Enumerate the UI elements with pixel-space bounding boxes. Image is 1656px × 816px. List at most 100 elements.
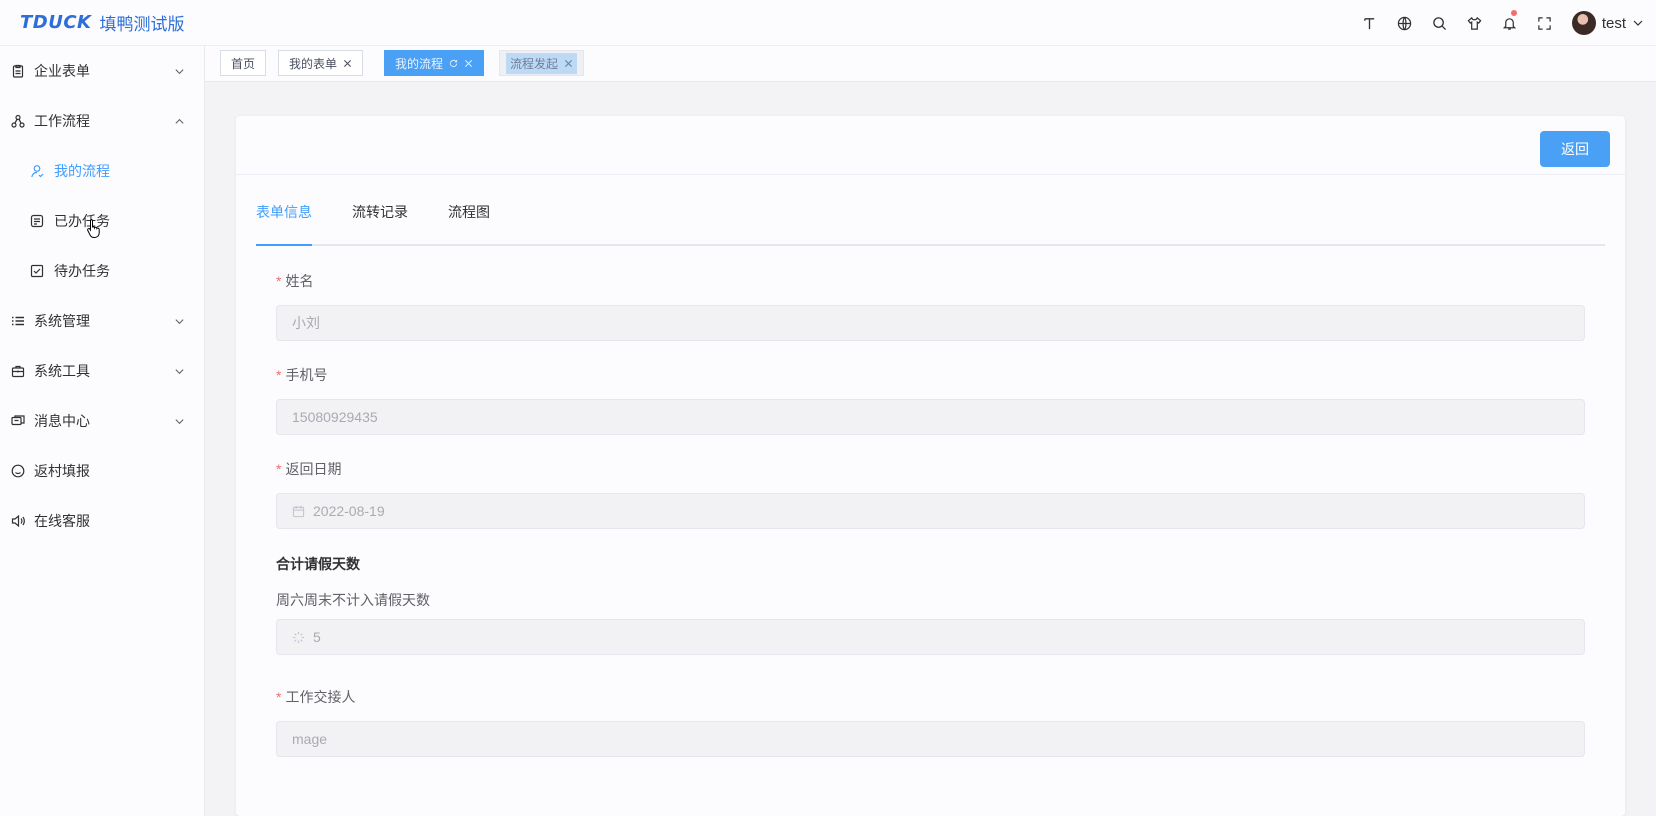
tab-form-info[interactable]: 表单信息 xyxy=(256,198,312,246)
field-phone: * 手机号 15080929435 xyxy=(276,365,1586,435)
required-mark: * xyxy=(276,461,282,477)
sidebar: 企业表单 工作流程 我的流程 已办任务 待办任务 系统管理 系统工具 消息中心 … xyxy=(0,46,205,816)
globe-icon[interactable] xyxy=(1387,0,1422,46)
field-label-text: 工作交接人 xyxy=(285,689,356,705)
field-name: * 姓名 小刘 xyxy=(276,271,1586,341)
tag-label: 我的表单 xyxy=(289,56,338,71)
tag-my-workflow[interactable]: 我的流程 xyxy=(384,50,485,76)
theme-shirt-icon[interactable] xyxy=(1457,0,1492,46)
clipboard-icon xyxy=(11,64,25,78)
chevron-down-icon xyxy=(175,68,184,74)
close-icon[interactable] xyxy=(464,59,473,68)
search-icon[interactable] xyxy=(1422,0,1457,46)
chevron-up-icon xyxy=(175,118,184,124)
sidebar-item-label: 在线客服 xyxy=(34,513,90,529)
chevron-down-icon xyxy=(175,418,184,424)
tag-label: 流程发起 xyxy=(510,56,559,71)
close-icon[interactable] xyxy=(343,59,352,68)
flow-icon xyxy=(11,114,25,128)
tag-label: 我的流程 xyxy=(395,56,444,71)
return-date-value: 2022-08-19 xyxy=(313,503,385,519)
tag-inner: 流程发起 xyxy=(506,52,578,74)
header-tools: test xyxy=(1352,0,1644,46)
tag-my-forms[interactable]: 我的表单 xyxy=(278,50,364,76)
field-label: * 工作交接人 xyxy=(276,687,1586,707)
sidebar-item-label: 系统管理 xyxy=(34,313,90,329)
loading-icon xyxy=(292,631,305,643)
chevron-down-icon xyxy=(1633,20,1643,26)
required-mark: * xyxy=(276,367,282,383)
sidebar-item-system-tools[interactable]: 系统工具 xyxy=(0,346,205,396)
field-leave-days: 合计请假天数 周六周末不计入请假天数 5 xyxy=(276,554,1586,655)
detail-tabs: 表单信息 流转记录 流程图 xyxy=(256,198,1605,246)
logo[interactable]: TDUCK 填鸭测试版 xyxy=(20,10,185,35)
tab-flow-chart[interactable]: 流程图 xyxy=(448,198,490,246)
field-label-text: 手机号 xyxy=(285,367,328,383)
logo-title: 填鸭测试版 xyxy=(99,15,185,35)
leave-days-input[interactable]: 5 xyxy=(276,619,1585,655)
speaker-icon xyxy=(11,514,25,528)
required-mark: * xyxy=(276,689,282,705)
back-button[interactable]: 返回 xyxy=(1540,131,1610,167)
handover-input[interactable]: mage xyxy=(276,721,1585,757)
return-date-picker[interactable]: 2022-08-19 xyxy=(276,493,1585,529)
name-input[interactable]: 小刘 xyxy=(276,305,1585,341)
refresh-icon[interactable] xyxy=(449,59,458,68)
logo-mark: TDUCK xyxy=(20,12,92,33)
todo-check-icon xyxy=(30,264,44,278)
leave-days-heading: 合计请假天数 xyxy=(276,556,360,572)
sidebar-item-label: 企业表单 xyxy=(34,63,90,79)
field-handover: * 工作交接人 mage xyxy=(276,687,1586,757)
hand-cursor-icon xyxy=(87,219,100,238)
notification-dot xyxy=(1510,10,1517,16)
leave-days-description: 周六周末不计入请假天数 xyxy=(276,592,430,608)
tags-view-bar: 首页 我的表单 我的流程 流程发起 xyxy=(205,46,1656,82)
leave-days-value: 5 xyxy=(313,629,321,645)
sidebar-item-my-workflow[interactable]: 我的流程 xyxy=(0,146,205,196)
chevron-down-icon xyxy=(175,318,184,324)
avatar[interactable] xyxy=(1571,11,1596,35)
font-size-icon[interactable] xyxy=(1352,0,1387,46)
sidebar-item-label: 返村填报 xyxy=(34,463,90,479)
message-icon xyxy=(11,414,25,428)
tag-home[interactable]: 首页 xyxy=(220,50,267,76)
fullscreen-icon[interactable] xyxy=(1527,0,1562,46)
sidebar-item-system-management[interactable]: 系统管理 xyxy=(0,296,205,346)
required-mark: * xyxy=(276,273,282,289)
sidebar-item-label: 待办任务 xyxy=(54,263,110,279)
sidebar-item-online-service[interactable]: 在线客服 xyxy=(0,496,205,546)
field-label: * 姓名 xyxy=(276,271,1586,291)
user-menu[interactable]: test xyxy=(1571,11,1644,35)
calendar-icon xyxy=(292,505,305,517)
card-header: 返回 xyxy=(236,116,1625,175)
chevron-down-icon xyxy=(175,368,184,374)
sidebar-item-label: 消息中心 xyxy=(34,413,90,429)
tag-label: 首页 xyxy=(231,56,256,71)
field-label-text: 返回日期 xyxy=(285,461,342,477)
field-label: * 手机号 xyxy=(276,365,1586,385)
handover-value: mage xyxy=(292,731,328,747)
user-icon xyxy=(30,164,44,178)
field-label-text: 姓名 xyxy=(285,273,314,289)
tag-start-workflow[interactable]: 流程发起 xyxy=(499,50,585,76)
bell-icon[interactable] xyxy=(1492,0,1527,46)
form-detail-card: 返回 表单信息 流转记录 流程图 * 姓名 小刘 * 手机号 15080929435… xyxy=(236,116,1625,816)
sidebar-item-label: 系统工具 xyxy=(34,363,90,379)
phone-input[interactable]: 15080929435 xyxy=(276,399,1585,435)
sidebar-item-enterprise-forms[interactable]: 企业表单 xyxy=(0,46,205,96)
phone-value: 15080929435 xyxy=(292,409,378,425)
field-label: * 返回日期 xyxy=(276,459,1586,479)
sidebar-item-return-village-report[interactable]: 返村填报 xyxy=(0,446,205,496)
name-value: 小刘 xyxy=(292,315,320,331)
sidebar-item-message-center[interactable]: 消息中心 xyxy=(0,396,205,446)
tab-flow-records[interactable]: 流转记录 xyxy=(352,198,408,246)
sidebar-item-workflow[interactable]: 工作流程 xyxy=(0,96,205,146)
close-icon[interactable] xyxy=(564,59,573,68)
sidebar-item-label: 工作流程 xyxy=(34,113,90,129)
user-name: test xyxy=(1601,14,1626,32)
chat-smile-icon xyxy=(11,464,25,478)
top-header: TDUCK 填鸭测试版 test xyxy=(0,0,1656,46)
sidebar-item-todo-tasks[interactable]: 待办任务 xyxy=(0,246,205,296)
sidebar-item-done-tasks[interactable]: 已办任务 xyxy=(0,196,205,246)
done-list-icon xyxy=(30,214,44,228)
